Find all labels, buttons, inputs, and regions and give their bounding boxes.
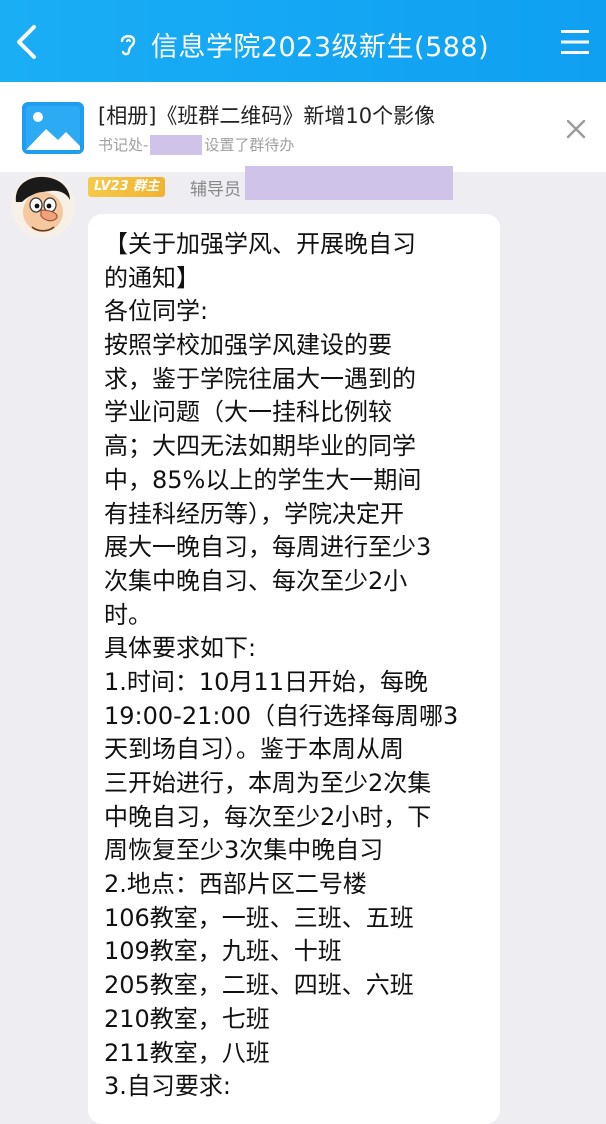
notice-sub-suffix: 设置了群待办 (204, 136, 295, 154)
message-line: 1.时间：10月11日开始，每晚 (104, 667, 428, 696)
message-line: 时。 (104, 600, 152, 629)
hamburger-menu-icon[interactable] (560, 28, 590, 56)
message-line: 展大一晚自习，每周进行至少3 (104, 533, 432, 562)
message-line: 19:00-21:00（自行选择每周哪3 (104, 701, 459, 730)
group-title[interactable]: 信息学院2023级新生(588) (151, 25, 489, 64)
message-line: 205教室，二班、四班、六班 (104, 971, 414, 1000)
sender-name[interactable]: 辅导员 (190, 175, 241, 200)
notice-subtitle: 书记处- 设置了群待办 (98, 134, 294, 155)
message-line: 具体要求如下: (104, 634, 257, 663)
redacted-name-block (150, 134, 203, 155)
close-icon[interactable] (565, 118, 587, 140)
message-line: 中晚自习，每次至少2小时，下 (104, 802, 432, 831)
message-line: 学业问题（大一挂科比例较 (104, 398, 392, 427)
redacted-sender-block (245, 166, 453, 200)
album-picture-icon (22, 102, 84, 154)
message-line: 106教室，一班、三班、五班 (104, 903, 414, 932)
avatar[interactable] (10, 172, 76, 240)
notice-title[interactable]: [相册]《班群二维码》新增10个影像 (98, 100, 435, 130)
message-line: 按照学校加强学风建设的要 (104, 331, 392, 360)
message-line: 【关于加强学风、开展晚自习 (104, 230, 416, 258)
message-line: 各位同学: (104, 297, 209, 326)
message-line: 高；大四无法如期毕业的同学 (104, 432, 416, 461)
message-line: 的通知】 (104, 263, 200, 292)
title-bar: 信息学院2023级新生(588) (0, 0, 606, 82)
message-line: 三开始进行，本周为至少2次集 (104, 769, 432, 797)
message-line: 109教室，九班、十班 (104, 937, 342, 966)
message-line: 天到场自习）。鉴于本周从周 (104, 735, 404, 764)
title-wrap: 信息学院2023级新生(588) (0, 24, 606, 64)
message-line: 210教室，七班 (104, 1004, 270, 1033)
group-owner-badge: LV23 群主 (88, 177, 166, 197)
message-line: 211教室，八班 (104, 1038, 270, 1067)
message-line: 2.地点：西部片区二号楼 (104, 870, 367, 899)
ear-icon (120, 34, 136, 56)
message-text: 【关于加强学风、开展晚自习 的通知】各位同学: 按照学校加强学风建设的要 求，鉴于学院… (104, 228, 458, 1104)
message-line: 有挂科经历等），学院决定开 (104, 499, 404, 528)
message-line: 求，鉴于学院往届大一遇到的 (104, 364, 416, 393)
message-line: 周恢复至少3次集中晚自习 (104, 836, 384, 865)
message-line: 3.自习要求: (104, 1072, 231, 1101)
notice-sub-prefix: 书记处- (98, 136, 149, 154)
message-line: 中，85%以上的学生大一期间 (104, 465, 422, 494)
message-line: 次集中晚自习、每次至少2小 (104, 566, 408, 595)
